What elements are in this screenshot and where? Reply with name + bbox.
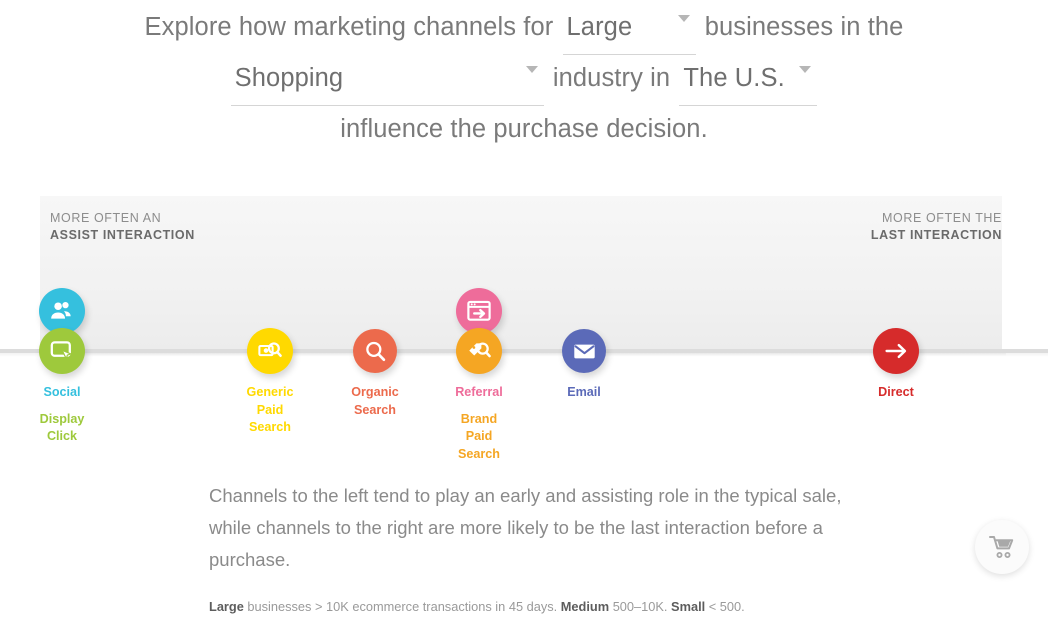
channel-bubble-email[interactable] bbox=[562, 329, 606, 373]
headline-part-1: Explore how marketing channels for bbox=[144, 13, 554, 41]
note-medium-label: Medium bbox=[560, 599, 610, 614]
chevron-down-icon bbox=[525, 66, 538, 73]
headline: Explore how marketing channels for Large… bbox=[129, 0, 919, 152]
envelope-icon bbox=[573, 344, 595, 358]
shopping-cart-terminator bbox=[975, 520, 1029, 574]
industry-value: Shopping bbox=[234, 64, 344, 92]
footer-note: Large businesses > 10K ecommerce transac… bbox=[209, 598, 849, 616]
channel-label-line: Brand bbox=[460, 411, 498, 426]
channel-label-group: Social Display Click bbox=[0, 384, 127, 446]
channel-label-social[interactable]: Social bbox=[0, 384, 127, 402]
assist-interaction-annotation: MORE OFTEN AN ASSIST INTERACTION bbox=[50, 210, 195, 244]
channel-label-line: Paid bbox=[465, 429, 493, 443]
geography-value: The U.S. bbox=[683, 64, 785, 92]
headline-part-4: in bbox=[650, 64, 671, 92]
industry-dropdown[interactable]: Shopping bbox=[230, 55, 544, 106]
last-interaction-annotation: MORE OFTEN THE LAST INTERACTION bbox=[871, 210, 1002, 244]
channel-bubble-generic-paid-search[interactable] bbox=[247, 328, 293, 374]
note-medium-text: 500–10K. bbox=[612, 599, 668, 614]
channel-bubble-display-click[interactable] bbox=[39, 328, 85, 374]
headline-part-2: businesses in the bbox=[704, 13, 904, 41]
headline-part-3: industry bbox=[552, 64, 643, 92]
channel-label-line: Email bbox=[567, 385, 601, 399]
brand-paid-search-icon bbox=[469, 342, 491, 358]
journey-chart: MORE OFTEN AN ASSIST INTERACTION MORE OF… bbox=[0, 196, 1048, 574]
channel-label-direct[interactable]: Direct bbox=[831, 384, 961, 402]
channel-label-display-click[interactable]: Display Click bbox=[0, 411, 127, 446]
channel-bubble-organic-search[interactable] bbox=[353, 329, 397, 373]
note-small-text: < 500. bbox=[708, 599, 745, 614]
business-size-dropdown[interactable]: Large bbox=[562, 4, 696, 55]
channel-label-line: Search bbox=[248, 420, 291, 434]
footer: Channels to the left tend to play an ear… bbox=[209, 480, 849, 616]
generic-paid-search-icon bbox=[258, 342, 282, 358]
assist-annotation-strong: ASSIST INTERACTION bbox=[50, 228, 195, 242]
geography-dropdown[interactable]: The U.S. bbox=[679, 55, 818, 106]
business-size-value: Large bbox=[566, 13, 633, 41]
chevron-down-icon bbox=[799, 66, 812, 73]
last-annotation-small: MORE OFTEN THE bbox=[882, 211, 1002, 225]
note-large-label: Large bbox=[209, 599, 244, 614]
channel-bubble-direct[interactable] bbox=[873, 328, 919, 374]
note-small-label: Small bbox=[671, 599, 706, 614]
channel-bubble-brand-paid-search[interactable] bbox=[456, 328, 502, 374]
assist-annotation-small: MORE OFTEN AN bbox=[50, 211, 162, 225]
chevron-down-icon bbox=[677, 15, 690, 22]
channel-label-group: Email bbox=[519, 384, 649, 402]
magnifier-icon bbox=[365, 341, 385, 361]
shopping-cart-icon bbox=[989, 536, 1014, 558]
channel-label-email[interactable]: Email bbox=[519, 384, 649, 402]
last-annotation-strong: LAST INTERACTION bbox=[870, 228, 1002, 242]
channel-label-line: Search bbox=[457, 446, 500, 461]
headline-part-5: influence the purchase decision. bbox=[340, 115, 708, 143]
channel-label-line: Direct bbox=[878, 385, 914, 399]
channel-label-line: Click bbox=[46, 429, 78, 443]
channel-label-line: Display bbox=[39, 411, 85, 426]
people-icon bbox=[51, 302, 71, 319]
channel-label-brand-paid-search[interactable]: Brand Paid Search bbox=[414, 411, 544, 464]
browser-arrow-icon bbox=[467, 300, 491, 321]
display-click-icon bbox=[50, 341, 73, 361]
channel-label-line: Social bbox=[43, 385, 81, 399]
note-large-text: businesses > 10K ecommerce transactions … bbox=[247, 599, 558, 614]
footer-paragraph: Channels to the left tend to play an ear… bbox=[209, 485, 842, 570]
arrow-right-icon bbox=[885, 343, 907, 359]
channel-label-group: Direct bbox=[831, 384, 961, 402]
